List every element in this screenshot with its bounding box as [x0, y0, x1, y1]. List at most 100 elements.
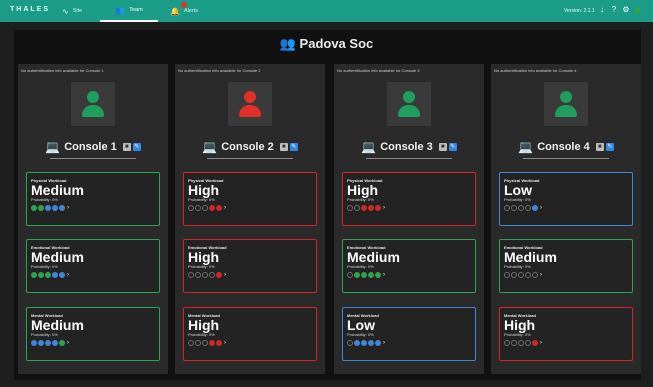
person-icon [87, 91, 99, 103]
level-dot [202, 340, 208, 346]
chevron-right-icon[interactable]: › [383, 340, 385, 346]
chevron-right-icon[interactable]: › [224, 205, 226, 211]
workload-card: Physical Workload High Probability: 0% › [183, 172, 317, 226]
bell-icon: 🔔 [170, 1, 187, 16]
operator-avatar [544, 82, 588, 126]
chevron-right-icon[interactable]: › [224, 272, 226, 278]
level-dots: › [188, 340, 226, 346]
tab-site[interactable]: ∿ Site [62, 0, 82, 22]
console-column: No authentification info available for C… [334, 64, 484, 374]
edit-button[interactable]: ✎ [132, 143, 141, 151]
chevron-right-icon[interactable]: › [383, 205, 385, 211]
chevron-right-icon[interactable]: › [540, 272, 542, 278]
edit-button[interactable]: ✎ [289, 143, 298, 151]
workload-probability: Probability: 0% [504, 197, 531, 202]
chevron-right-icon[interactable]: › [67, 272, 69, 278]
level-dot [511, 272, 517, 278]
workload-probability: Probability: 0% [188, 264, 215, 269]
stop-button[interactable]: ■ [438, 143, 447, 151]
team-icon: 👥 [279, 36, 296, 51]
tab-team[interactable]: 👥 Team [100, 0, 158, 22]
workload-probability: Probability: 0% [31, 197, 58, 202]
gear-icon[interactable]: ⚙ [622, 6, 630, 14]
level-dot [216, 272, 222, 278]
level-dot [525, 340, 531, 346]
workload-card: Mental Workload High Probability: 0% › [183, 307, 317, 361]
auth-note: No authentification info available for C… [337, 68, 420, 73]
chevron-right-icon[interactable]: › [540, 205, 542, 211]
workload-level: Medium [31, 249, 84, 265]
workload-card: Physical Workload Low Probability: 0% › [499, 172, 633, 226]
level-dot [511, 340, 517, 346]
console-column: No authentification info available for C… [491, 64, 641, 374]
auth-note: No authentification info available for C… [494, 68, 577, 73]
download-icon[interactable]: ↓ [598, 6, 606, 14]
laptop-icon: 💻 [518, 140, 534, 154]
level-dot [195, 272, 201, 278]
level-dot [504, 340, 510, 346]
level-dot [195, 205, 201, 211]
stop-button[interactable]: ■ [595, 143, 604, 151]
level-dot [31, 340, 37, 346]
console-column: No authentification info available for C… [175, 64, 325, 374]
tab-alerts[interactable]: 🔔 Alerts [170, 0, 198, 22]
stop-button[interactable]: ■ [122, 143, 131, 151]
brand-logo: THALES [10, 6, 50, 13]
level-dot [202, 272, 208, 278]
workload-card: Emotional Workload Medium Probability: 0… [342, 239, 476, 293]
level-dot [518, 340, 524, 346]
workload-level: Low [347, 317, 375, 333]
workload-level: Medium [504, 249, 557, 265]
level-dot [209, 205, 215, 211]
level-dots: › [347, 272, 385, 278]
chevron-right-icon[interactable]: › [383, 272, 385, 278]
level-dot [45, 272, 51, 278]
workload-level: Medium [347, 249, 400, 265]
level-dot [52, 340, 58, 346]
chevron-right-icon[interactable]: › [224, 340, 226, 346]
level-dots: › [504, 205, 542, 211]
workload-level: Low [504, 182, 532, 198]
site-title: 👥 Padova Soc [0, 36, 653, 52]
level-dot [195, 340, 201, 346]
level-dot [52, 205, 58, 211]
level-dots: › [347, 205, 385, 211]
console-name: Console 4 [537, 141, 590, 153]
tab-team-label: Team [129, 7, 143, 13]
level-dot [518, 272, 524, 278]
level-dot [38, 340, 44, 346]
edit-button[interactable]: ✎ [605, 143, 614, 151]
level-dot [188, 205, 194, 211]
stop-button[interactable]: ■ [279, 143, 288, 151]
top-navigation-bar: THALES ∿ Site 👥 Team 🔔 Alerts Version: 2… [0, 0, 653, 22]
help-icon[interactable]: ? [610, 6, 618, 14]
level-dot [188, 272, 194, 278]
person-body-icon [398, 105, 420, 117]
chevron-right-icon[interactable]: › [67, 205, 69, 211]
workload-level: Medium [31, 182, 84, 198]
level-dots: › [504, 340, 542, 346]
site-title-text: Padova Soc [299, 36, 374, 51]
console-column: No authentification info available for C… [18, 64, 168, 374]
workload-level: High [188, 182, 220, 198]
console-name: Console 1 [64, 141, 117, 153]
operator-avatar [71, 82, 115, 126]
level-dots: › [347, 340, 385, 346]
workload-probability: Probability: 0% [504, 332, 531, 337]
level-dots: › [188, 205, 226, 211]
workload-card: Mental Workload Low Probability: 0% › [342, 307, 476, 361]
workload-probability: Probability: 0% [347, 332, 374, 337]
chevron-right-icon[interactable]: › [67, 340, 69, 346]
chevron-right-icon[interactable]: › [540, 340, 542, 346]
level-dots: › [188, 272, 226, 278]
level-dot [375, 272, 381, 278]
level-dot [511, 205, 517, 211]
divider [523, 158, 609, 159]
level-dot [216, 340, 222, 346]
auth-note: No authentification info available for C… [21, 68, 104, 73]
workload-probability: Probability: 0% [188, 197, 215, 202]
level-dot [361, 340, 367, 346]
edit-button[interactable]: ✎ [448, 143, 457, 151]
operator-avatar [387, 82, 431, 126]
level-dot [504, 272, 510, 278]
